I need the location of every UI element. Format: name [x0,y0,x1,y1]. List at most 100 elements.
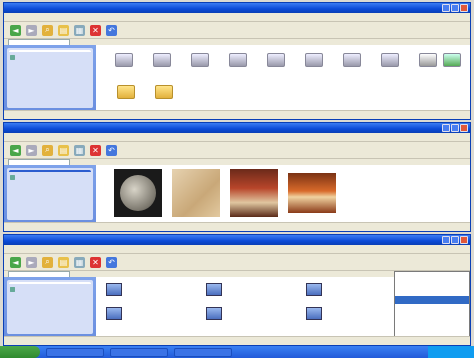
maximize-button[interactable] [451,4,459,12]
delete-icon[interactable]: ✕ [90,256,101,268]
folder-icon [155,85,173,99]
file-tile[interactable] [306,283,366,296]
context-menu-item-selected[interactable] [395,296,469,304]
drive-icon [381,53,399,67]
drive-item[interactable] [436,53,468,69]
taskbar-item[interactable] [174,347,232,357]
drive-icon [191,53,209,67]
minimize-button[interactable] [442,4,450,12]
image-file-icon [106,307,122,320]
photo-thumbnail[interactable] [114,169,162,217]
photo-thumbnail[interactable] [230,169,278,217]
back-arrow-icon[interactable]: ◄ [10,24,21,36]
views-icon[interactable]: ▦ [74,24,85,36]
image-file-icon [206,283,222,296]
drive-icon [305,53,323,67]
explorer-window-drives[interactable]: ◄ ► ⌕ ▤ ▦ ✕ ↶ [3,2,471,120]
views-icon[interactable]: ▦ [74,256,85,268]
toolbar: ◄ ► ⌕ ▤ ▦ ✕ ↶ [4,254,470,271]
drive-icon [229,53,247,67]
folder-icon [117,85,135,99]
drive-item[interactable] [374,53,406,69]
views-icon[interactable]: ▦ [74,144,85,156]
drive-item[interactable] [184,53,216,69]
folder-item[interactable] [110,85,142,101]
undo-icon[interactable]: ↶ [106,256,117,268]
file-list [96,45,470,111]
delete-icon[interactable]: ✕ [90,144,101,156]
context-menu [394,271,470,339]
status-bar [4,336,470,345]
delete-icon[interactable]: ✕ [90,24,101,36]
context-menu-item[interactable] [395,280,469,288]
close-button[interactable] [460,236,468,244]
task-pane-header [9,282,91,284]
photo-thumbnail[interactable] [172,169,220,217]
undo-icon[interactable]: ↶ [106,144,117,156]
image-file-icon [206,307,222,320]
folders-icon[interactable]: ▤ [58,256,69,268]
context-menu-item[interactable] [395,272,469,280]
forward-arrow-icon[interactable]: ► [26,256,37,268]
context-menu-item[interactable] [395,304,469,312]
folder-item[interactable] [148,85,180,101]
drive-item[interactable] [222,53,254,69]
status-bar [4,222,470,231]
taskbar-item[interactable] [110,347,168,357]
title-bar[interactable] [4,3,470,13]
folders-icon[interactable]: ▤ [58,24,69,36]
thumbnail-view [96,165,470,223]
file-tile[interactable] [306,307,366,320]
explorer-window-tiles[interactable]: ◄ ► ⌕ ▤ ▦ ✕ ↶ [3,234,471,346]
network-drive-icon [443,53,461,67]
back-arrow-icon[interactable]: ◄ [10,144,21,156]
task-pane-header [9,170,91,172]
title-bar[interactable] [4,123,470,133]
drive-item[interactable] [146,53,178,69]
file-tile[interactable] [106,307,166,320]
taskbar-item[interactable] [46,347,104,357]
search-icon[interactable]: ⌕ [42,144,53,156]
file-tile[interactable] [206,283,266,296]
search-icon[interactable]: ⌕ [42,24,53,36]
task-pane [4,165,96,223]
image-file-icon [306,307,322,320]
minimize-button[interactable] [442,236,450,244]
forward-arrow-icon[interactable]: ► [26,24,37,36]
system-tray [428,346,474,358]
drive-item[interactable] [260,53,292,69]
task-pane [4,277,96,337]
drive-item[interactable] [298,53,330,69]
status-bar [4,110,470,119]
close-button[interactable] [460,124,468,132]
menu-bar[interactable] [4,13,470,22]
photo-thumbnail[interactable] [288,173,336,213]
menu-bar[interactable] [4,133,470,142]
maximize-button[interactable] [451,236,459,244]
forward-arrow-icon[interactable]: ► [26,144,37,156]
start-button[interactable] [0,346,40,358]
file-tile[interactable] [106,283,166,296]
context-menu-item[interactable] [395,288,469,296]
maximize-button[interactable] [451,124,459,132]
title-bar[interactable] [4,235,470,245]
explorer-window-thumbnails[interactable]: ◄ ► ⌕ ▤ ▦ ✕ ↶ [3,122,471,232]
close-button[interactable] [460,4,468,12]
folders-icon[interactable]: ▤ [58,144,69,156]
back-arrow-icon[interactable]: ◄ [10,256,21,268]
tile-view [96,271,470,339]
drive-icon [343,53,361,67]
drive-icon [153,53,171,67]
menu-bar[interactable] [4,245,470,254]
search-icon[interactable]: ⌕ [42,256,53,268]
drive-icon [267,53,285,67]
drive-item[interactable] [336,53,368,69]
drive-icon [115,53,133,67]
coin-image [120,175,156,211]
drive-item[interactable] [108,53,140,69]
undo-icon[interactable]: ↶ [106,24,117,36]
task-pane [4,45,96,111]
minimize-button[interactable] [442,124,450,132]
context-menu-item[interactable] [395,312,469,320]
file-tile[interactable] [206,307,266,320]
